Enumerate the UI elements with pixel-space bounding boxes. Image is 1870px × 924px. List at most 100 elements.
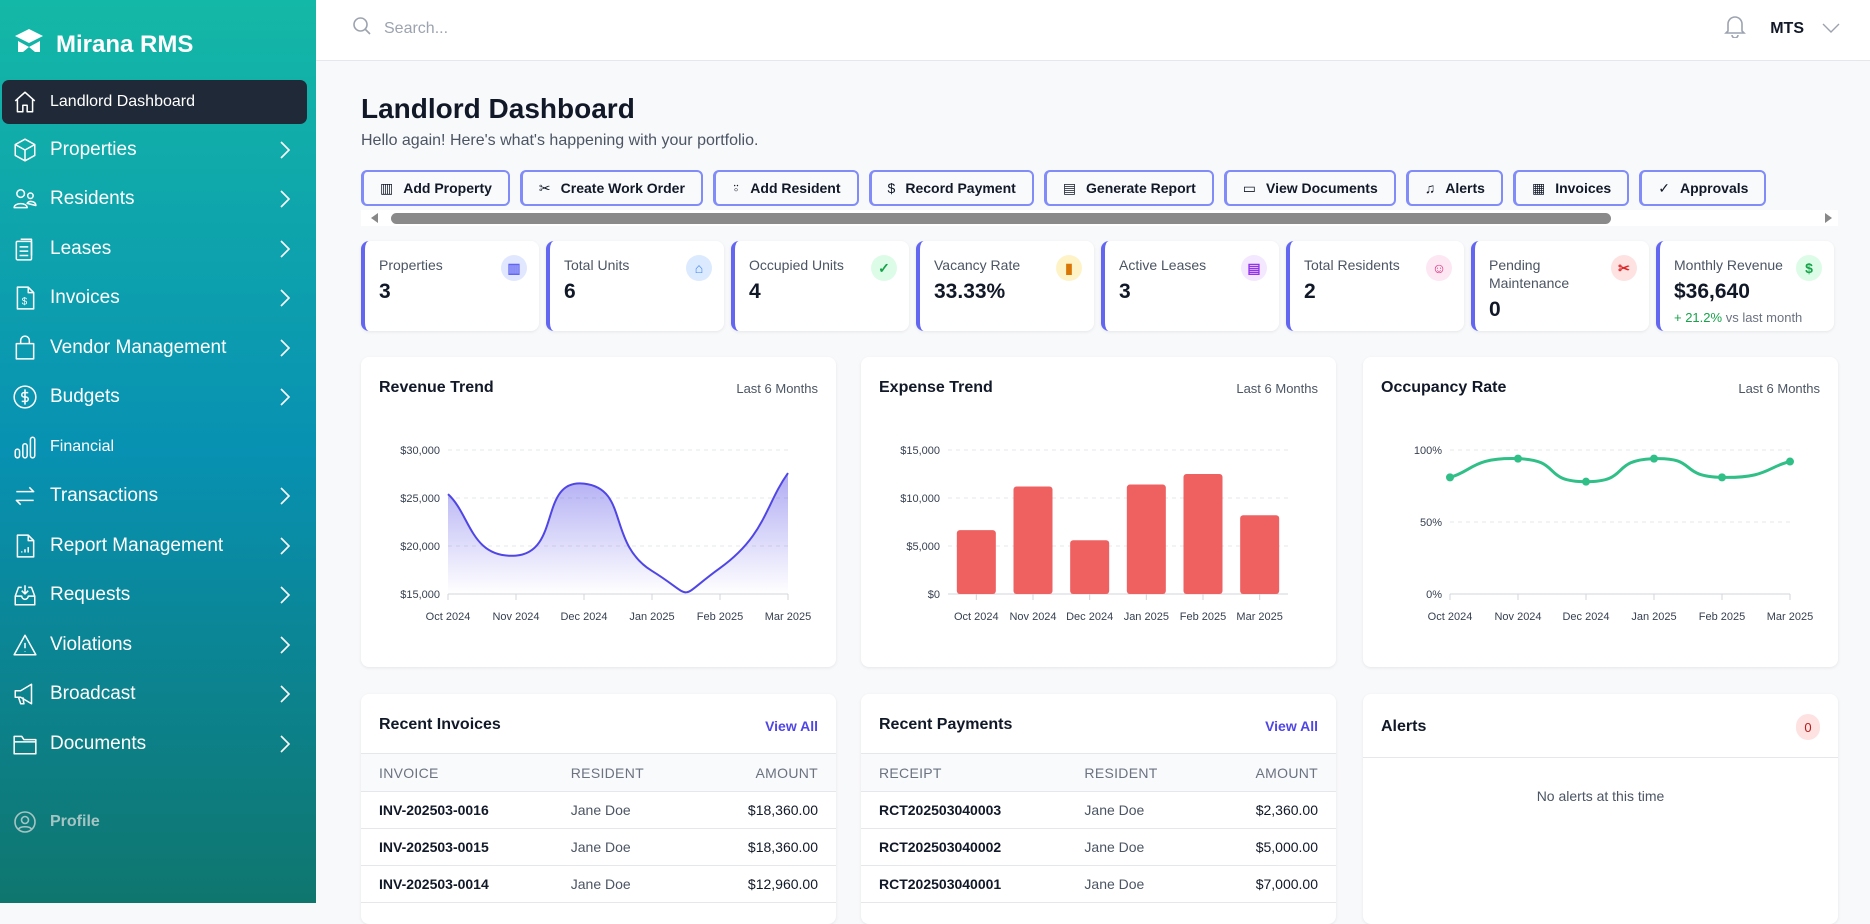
- sidebar-item-landlord-dashboard[interactable]: Landlord Dashboard: [2, 80, 307, 124]
- bell-icon[interactable]: [1724, 14, 1747, 43]
- table-row[interactable]: INV-202503-0016 Jane Doe $18,360.00: [361, 791, 836, 829]
- sidebar-item-requests[interactable]: Requests: [2, 573, 307, 617]
- stat-label: Vacancy Rate: [934, 257, 1021, 273]
- stat-label: Properties: [379, 257, 443, 273]
- table-cell: $5,000.00: [1208, 828, 1336, 866]
- column-header: INVOICE: [361, 753, 553, 792]
- data-point-nov-2024: [1514, 454, 1522, 463]
- stat-card-pending-maintenance[interactable]: Pending Maintenance 0 ✂: [1471, 241, 1649, 331]
- x-tick-label: Dec 2024: [1066, 611, 1113, 623]
- action-approvals-button[interactable]: ✓ Approvals: [1639, 170, 1767, 206]
- megaphone-icon: [12, 681, 38, 707]
- view-all-payments-link[interactable]: View All: [1265, 718, 1318, 734]
- table-row[interactable]: RCT202503040003 Jane Doe $2,360.00: [861, 791, 1336, 829]
- stat-value: $36,640: [1674, 280, 1750, 303]
- action-add-property-button[interactable]: ▥ Add Property: [361, 170, 510, 206]
- action-record-payment-button[interactable]: $ Record Payment: [868, 170, 1034, 206]
- action-invoices-button[interactable]: ▦ Invoices: [1512, 170, 1630, 206]
- table-cell: RCT202503040003: [861, 791, 1067, 829]
- search-input[interactable]: Search...: [352, 16, 448, 41]
- action-alerts-button[interactable]: ♫ Alerts: [1405, 170, 1503, 206]
- sidebar-item-violations[interactable]: Violations: [2, 623, 307, 667]
- sidebar-item-vendor-management[interactable]: Vendor Management: [2, 326, 307, 370]
- view-all-invoices-link[interactable]: View All: [765, 718, 818, 734]
- stat-card-occupied-units[interactable]: Occupied Units 4 ✓: [731, 241, 909, 331]
- y-tick-label: $20,000: [400, 541, 440, 553]
- check-circle-icon: ✓: [1658, 179, 1670, 196]
- stat-value: 6: [564, 280, 576, 303]
- card-title: Recent Payments: [879, 716, 1013, 733]
- stat-value: 0: [1489, 298, 1501, 321]
- dollar-circle-icon: $: [887, 180, 896, 196]
- shopping-bag-icon: [12, 335, 38, 361]
- scroll-right-arrow[interactable]: [1825, 213, 1832, 223]
- y-tick-label: $5,000: [906, 541, 940, 553]
- arrows-icon: [12, 483, 38, 509]
- sidebar-item-profile[interactable]: Profile: [2, 800, 307, 844]
- stat-card-monthly-revenue[interactable]: Monthly Revenue $36,640 $ + 21.2% vs last…: [1656, 241, 1834, 331]
- sidebar-item-transactions[interactable]: Transactions: [2, 474, 307, 518]
- sidebar-item-residents[interactable]: Residents: [2, 177, 307, 221]
- data-point-dec-2024: [1582, 477, 1590, 486]
- action-add-resident-button[interactable]: ⍤ Add Resident: [712, 170, 859, 206]
- stat-card-total-units[interactable]: Total Units 6 ⌂: [546, 241, 724, 331]
- stat-card-active-leases[interactable]: Active Leases 3 ▤: [1101, 241, 1279, 331]
- user-menu[interactable]: MTS: [1770, 20, 1840, 38]
- dollar-circle-icon: [12, 384, 38, 410]
- sidebar-item-label: Financial: [50, 438, 115, 455]
- table-row[interactable]: INV-202503-0015 Jane Doe $18,360.00: [361, 828, 836, 866]
- expense-chart: $0 $5,000 $10,000 $15,000 Oct 2024 Nov 2024 De…: [900, 445, 1288, 623]
- clipboard-icon: ▦: [1531, 179, 1546, 196]
- scroll-left-arrow[interactable]: [371, 213, 378, 223]
- tools-icon: ✂: [1611, 255, 1637, 281]
- alerts-count-badge: 0: [1796, 714, 1820, 740]
- action-generate-report-button[interactable]: ▤ Generate Report: [1043, 170, 1214, 206]
- sidebar-item-report-management[interactable]: Report Management: [2, 524, 307, 568]
- table-cell: Jane Doe: [1066, 865, 1209, 903]
- sidebar-item-budgets[interactable]: Budgets: [2, 375, 307, 419]
- sidebar-item-leases[interactable]: Leases: [2, 227, 307, 271]
- horizontal-scrollbar[interactable]: [361, 210, 1838, 226]
- table-row[interactable]: RCT202503040001 Jane Doe $7,000.00: [861, 865, 1336, 903]
- warning-icon: [12, 632, 38, 658]
- sidebar: Mirana RMS Landlord Dashboard Properties R…: [0, 0, 316, 903]
- brand[interactable]: Mirana RMS: [14, 28, 193, 61]
- y-tick-label: 0%: [1426, 589, 1442, 601]
- sidebar-item-financial[interactable]: Financial: [2, 425, 307, 469]
- x-tick-label: Nov 2024: [1494, 611, 1541, 623]
- action-label: Generate Report: [1086, 180, 1196, 196]
- alerts-empty-message: No alerts at this time: [1536, 788, 1665, 804]
- sidebar-item-invoices[interactable]: $ Invoices: [2, 276, 307, 320]
- table-cell: $2,360.00: [1208, 791, 1336, 829]
- sidebar-item-label: Properties: [50, 139, 137, 160]
- x-tick-label: Nov 2024: [492, 611, 539, 623]
- chevron-right-icon: [279, 734, 291, 760]
- sidebar-item-broadcast[interactable]: Broadcast: [2, 672, 307, 716]
- x-tick-label: Mar 2025: [765, 611, 811, 623]
- search-icon: [352, 16, 372, 41]
- x-tick-label: Oct 2024: [426, 611, 471, 623]
- table-row[interactable]: INV-202503-0014 Jane Doe $12,960.00: [361, 865, 836, 903]
- y-tick-label: $15,000: [400, 589, 440, 601]
- chevron-right-icon: [279, 585, 291, 611]
- action-create-work-order-button[interactable]: ✂ Create Work Order: [519, 170, 703, 206]
- stat-card-total-residents[interactable]: Total Residents 2 ☺: [1286, 241, 1464, 331]
- recent-invoices-card: Recent Invoices View All INVOICE RESIDEN…: [361, 694, 836, 924]
- stat-card-vacancy-rate[interactable]: Vacancy Rate 33.33% ▮: [916, 241, 1094, 331]
- sidebar-item-documents[interactable]: Documents: [2, 722, 307, 766]
- action-view-documents-button[interactable]: ▭ View Documents: [1223, 170, 1396, 206]
- tools-icon: ✂: [538, 179, 551, 196]
- card-title: Alerts: [1381, 718, 1427, 735]
- table-row[interactable]: RCT202503040002 Jane Doe $5,000.00: [861, 828, 1336, 866]
- stat-card-properties[interactable]: Properties 3 ▥: [361, 241, 539, 331]
- table-cell: RCT202503040001: [861, 865, 1067, 903]
- sidebar-item-properties[interactable]: Properties: [2, 128, 307, 172]
- scrollbar-thumb[interactable]: [391, 213, 1611, 224]
- chevron-right-icon: [279, 684, 291, 710]
- action-label: Approvals: [1679, 180, 1749, 196]
- stat-value: 4: [749, 280, 761, 303]
- recent-payments-card: Recent Payments View All RECEIPT RESIDEN…: [861, 694, 1336, 924]
- x-tick-label: Feb 2025: [1180, 611, 1226, 623]
- dollar-circle-icon: $: [1796, 255, 1822, 281]
- data-point-mar-2025: [1786, 457, 1794, 466]
